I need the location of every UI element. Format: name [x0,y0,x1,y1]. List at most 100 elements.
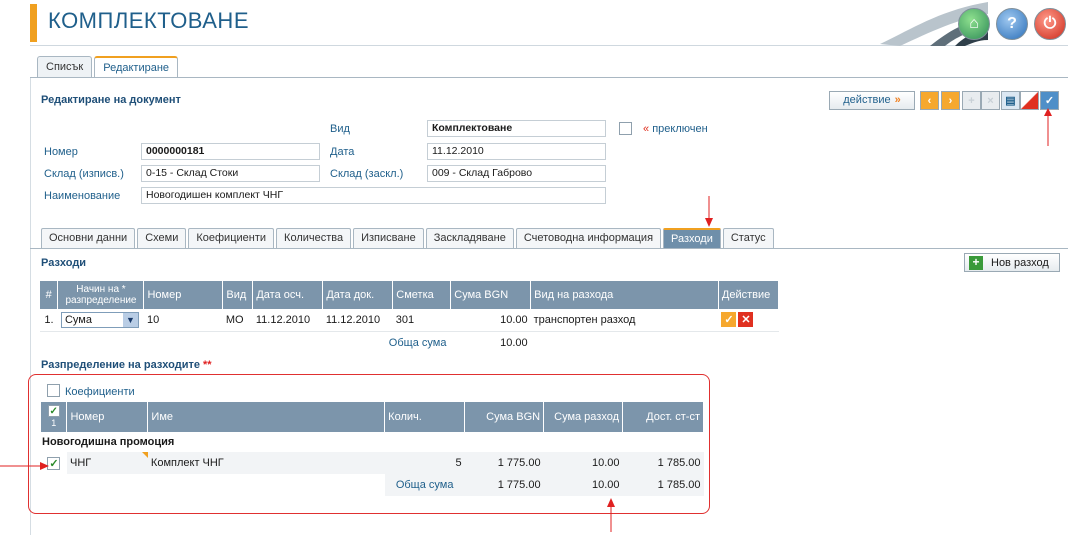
app-header: КОМПЛЕКТОВАНЕ ⌂ ? ⏻ [30,0,1068,46]
col-method: Начин на * разпределение [57,281,145,309]
row-number-text: ЧНГ [69,457,92,469]
switch-link[interactable]: « преключен [643,123,708,135]
row-sum: 10.00 [500,313,528,326]
row-kind: транспортен разход [533,313,636,326]
action-arrow: » [894,94,901,106]
method-select[interactable]: Сума ▼ [58,309,144,331]
tab-list[interactable]: Списък [37,56,93,77]
home-icon[interactable]: ⌂ [958,8,990,40]
table-row[interactable]: ✓ ЧНГ Комплект ЧНГ 5 1 775.00 10.00 1 78… [41,452,704,474]
date-label: Дата [330,146,355,158]
col-name: Име [147,402,386,432]
col-type: Вид [222,281,254,309]
help-icon[interactable]: ? [996,8,1028,40]
row-qty: 5 [455,457,462,469]
row-doc-date: 11.12.2010 [325,313,381,326]
row-number: ЧНГ [67,452,148,474]
page-title: КОМПЛЕКТОВАНЕ [48,8,249,33]
corner-marker-icon [141,452,148,458]
coefficients-checkbox[interactable] [47,384,60,397]
tab-schemes[interactable]: Схеми [137,228,187,248]
warehouse-out-field[interactable]: 0-15 - Склад Стоки [141,165,320,182]
section-title-edit-document: Редактиране на документ [41,94,181,106]
distribution-total-cost: 1 785.00 [657,479,701,491]
col-account: Сметка [392,281,452,309]
action-button[interactable]: действие» [829,91,915,110]
type-label: Вид [330,123,350,135]
coefficients-label: Коефициенти [65,386,135,398]
next-icon[interactable]: › [941,91,960,110]
col-number: Номер [66,402,149,432]
col-idx: # [40,281,59,309]
warehouse-in-field[interactable]: 009 - Склад Габрово [427,165,606,182]
previous-icon[interactable]: ‹ [920,91,939,110]
tab-accounting-info[interactable]: Счетоводна информация [515,228,662,248]
col-sum: Сума BGN [464,402,545,432]
edit-icon[interactable]: ✓ [721,312,737,328]
distribution-total-sum: 1 775.00 [497,479,541,491]
remove-icon[interactable]: ✕ [738,312,754,328]
tab-coefficients[interactable]: Коефициенти [188,228,275,248]
number-field[interactable]: 0000000181 [141,143,320,160]
row-idx: 1. [44,313,54,326]
new-expense-button[interactable]: + Нов разход [964,253,1060,272]
expenses-total-value: 10.00 [500,336,528,349]
warehouse-out-label: Склад (изписв.) [44,168,124,180]
row-cost: 1 785.00 [657,457,701,469]
new-expense-label: Нов разход [991,256,1049,269]
tab-quantities[interactable]: Количества [276,228,352,248]
col-acc-date: Дата осч. [252,281,324,309]
name-field[interactable]: Новогодишен комплект ЧНГ [141,187,606,204]
col-expense: Сума разход [543,402,624,432]
row-account: 301 [395,313,415,326]
required-mark: ** [203,359,212,371]
expenses-table: # Начин на * разпределение Номер Вид Дат… [40,281,780,353]
row-type: МО [225,313,244,326]
sub-tab-divider [30,248,1068,249]
top-tabs: Списък Редактиране [37,56,179,78]
distribution-total-label: Обща сума [395,479,454,491]
switch-label: преключен [652,123,708,135]
arrow-to-save-icon [1044,108,1052,146]
type-field[interactable]: Комплектоване [427,120,606,137]
distribution-table: ✓ 1 Номер Име Колич. Сума BGN Сума разход… [41,402,704,496]
delete-icon[interactable]: × [981,91,1000,110]
selected-count: 1 [51,418,57,429]
tab-write-off[interactable]: Изписване [353,228,424,248]
select-all-checkbox[interactable]: ✓ [47,405,60,418]
table-row[interactable]: 1. Сума ▼ 10 МО 11.12.2010 11.12.2010 301… [40,309,779,331]
chevron-down-icon[interactable]: ▼ [122,312,138,327]
col-doc-date: Дата док. [322,281,394,309]
action-button-label: действие [843,94,891,106]
distribution-total-expense: 10.00 [591,479,620,491]
add-icon[interactable]: + [962,91,981,110]
date-field[interactable]: 11.12.2010 [427,143,606,160]
cancel-icon[interactable] [1020,91,1039,110]
power-icon[interactable]: ⏻ [1034,8,1066,40]
col-qty: Колич. [384,402,466,432]
row-acc-date: 11.12.2010 [255,313,311,326]
row-number: 10 [146,313,160,326]
tab-status[interactable]: Статус [722,228,774,248]
col-number: Номер [143,281,224,309]
tab-basic-data[interactable]: Основни данни [41,228,136,248]
select-all-column: ✓ 1 [41,402,68,432]
col-action: Действие [718,281,780,309]
row-expense: 10.00 [591,457,620,469]
col-cost: Дост. ст-ст [622,402,704,432]
row-actions: ✓ ✕ [718,309,778,331]
tab-expenses[interactable]: Разходи [663,228,721,248]
distribution-title: Разпределение на разходите ** [41,359,212,371]
distribution-title-text: Разпределение на разходите [41,359,200,371]
tab-edit[interactable]: Редактиране [94,56,179,78]
arrow-to-expense-total [607,498,615,532]
tab-storage[interactable]: Заскладяване [425,228,514,248]
expenses-total-label: Обща сума [388,336,447,349]
switch-checkbox[interactable] [619,122,632,135]
sub-tabs: Основни данни Схеми Коефициенти Количест… [41,228,774,248]
plus-icon: + [969,255,983,270]
print-icon[interactable]: ▤ [1001,91,1020,110]
row-name: Комплект ЧНГ [150,457,224,469]
name-label: Наименование [44,190,121,202]
group-row: Новогодишна промоция [41,432,704,452]
